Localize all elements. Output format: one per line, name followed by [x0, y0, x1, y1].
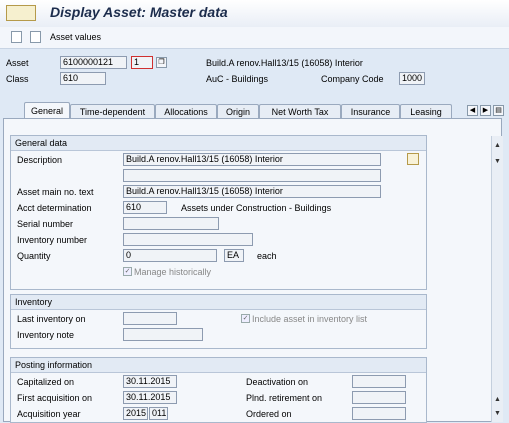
inventory-note-label: Inventory note [17, 330, 75, 340]
general-data-group: General data Description Build.A renov.H… [10, 135, 427, 290]
manage-historically-checkbox[interactable]: ✓ [123, 267, 132, 276]
description-field-2[interactable] [123, 169, 381, 182]
last-inventory-label: Last inventory on [17, 314, 86, 324]
company-code-label: Company Code [321, 74, 384, 84]
acct-determination-desc: Assets under Construction - Buildings [181, 203, 332, 213]
ordered-label: Ordered on [246, 409, 292, 419]
acquisition-year-label: Acquisition year [17, 409, 81, 419]
copy-icon[interactable]: ❐ [156, 57, 167, 68]
ordered-field[interactable] [352, 407, 406, 420]
acquisition-period-field[interactable]: 011 [149, 407, 168, 420]
menu-icon[interactable] [6, 5, 36, 21]
serial-number-field[interactable] [123, 217, 219, 230]
unit-field[interactable]: EA [224, 249, 244, 262]
tab-net-worth-tax[interactable]: Net Worth Tax [259, 104, 341, 118]
class-description: AuC - Buildings [206, 74, 269, 84]
tab-scroll-right-icon[interactable]: ▶ [480, 105, 491, 116]
capitalized-label: Capitalized on [17, 377, 75, 387]
create-icon[interactable] [30, 31, 41, 43]
quantity-label: Quantity [17, 251, 51, 261]
application-toolbar: Asset values [0, 27, 509, 49]
acquisition-year-field[interactable]: 2015 [123, 407, 148, 420]
posting-info-title: Posting information [11, 358, 426, 373]
scroll-down-icon[interactable]: ▼ [492, 408, 503, 419]
manage-historically-label: Manage historically [134, 267, 212, 277]
tab-list-icon[interactable]: ▤ [493, 105, 504, 116]
description-field[interactable]: Build.A renov.Hall13/15 (16058) Interior [123, 153, 381, 166]
scroll-up-small-icon[interactable]: ▲ [492, 394, 503, 405]
asset-label: Asset [6, 58, 29, 68]
tab-scroll-left-icon[interactable]: ◀ [467, 105, 478, 116]
asset-number-field[interactable]: 6100000121 [60, 56, 127, 69]
last-inventory-field[interactable] [123, 312, 177, 325]
first-acquisition-field[interactable]: 30.11.2015 [123, 391, 177, 404]
tab-strip: General Time-dependent Allocations Origi… [0, 102, 509, 119]
planned-retirement-field[interactable] [352, 391, 406, 404]
scroll-up-icon[interactable]: ▲ [492, 140, 503, 151]
inventory-number-field[interactable] [123, 233, 253, 246]
class-label: Class [6, 74, 29, 84]
class-field[interactable]: 610 [60, 72, 106, 85]
include-inventory-label: Include asset in inventory list [252, 314, 368, 324]
company-code-field[interactable]: 1000 [399, 72, 425, 85]
serial-number-label: Serial number [17, 219, 74, 229]
deactivation-field[interactable] [352, 375, 406, 388]
general-data-title: General data [11, 136, 426, 151]
acct-determination-label: Acct determination [17, 203, 92, 213]
inventory-group: Inventory Last inventory on ✓ Include as… [10, 294, 427, 349]
unit-description: each [257, 251, 277, 261]
deactivation-label: Deactivation on [246, 377, 309, 387]
asset-description: Build.A renov.Hall13/15 (16058) Interior [206, 58, 363, 68]
display-change-icon[interactable] [11, 31, 22, 43]
planned-retirement-label: Plnd. retirement on [246, 393, 323, 403]
asset-values-button[interactable]: Asset values [50, 32, 101, 42]
inventory-note-field[interactable] [123, 328, 203, 341]
tab-insurance[interactable]: Insurance [341, 104, 400, 118]
first-acquisition-label: First acquisition on [17, 393, 93, 403]
tab-time-dependent[interactable]: Time-dependent [70, 104, 155, 118]
tab-general[interactable]: General [24, 102, 70, 119]
inventory-title: Inventory [11, 295, 426, 310]
quantity-field[interactable]: 0 [123, 249, 217, 262]
tab-leasing[interactable]: Leasing [400, 104, 452, 118]
page-title: Display Asset: Master data [50, 4, 228, 20]
tab-panel: General data Description Build.A renov.H… [3, 118, 502, 423]
long-text-icon[interactable] [407, 153, 419, 165]
acct-determination-field[interactable]: 610 [123, 201, 167, 214]
posting-info-group: Posting information Capitalized on 30.11… [10, 357, 427, 423]
tab-origin[interactable]: Origin [217, 104, 259, 118]
main-text-label: Asset main no. text [17, 187, 94, 197]
vertical-scrollbar[interactable]: ▲ ▼ ▲ ▼ [491, 136, 503, 422]
capitalized-field[interactable]: 30.11.2015 [123, 375, 177, 388]
sub-number-field[interactable]: 1 [131, 56, 153, 69]
description-label: Description [17, 155, 63, 165]
include-inventory-checkbox[interactable]: ✓ [241, 314, 250, 323]
inventory-number-label: Inventory number [17, 235, 88, 245]
title-bar: Display Asset: Master data [0, 0, 509, 28]
tab-allocations[interactable]: Allocations [155, 104, 217, 118]
main-text-field[interactable]: Build.A renov.Hall13/15 (16058) Interior [123, 185, 381, 198]
scroll-down-small-icon[interactable]: ▼ [492, 156, 503, 167]
